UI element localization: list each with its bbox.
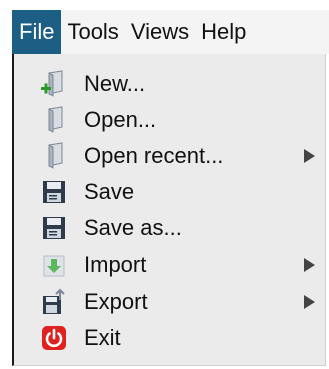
new-document-icon (41, 70, 63, 97)
menu-item-open[interactable]: Open... (14, 102, 325, 138)
power-icon (42, 326, 66, 350)
menu-help[interactable]: Help (195, 10, 252, 54)
application-window: File Tools Views Help New... Open... Ope… (0, 0, 329, 369)
menu-item-save[interactable]: Save (14, 174, 325, 210)
menu-item-label: Save as... (84, 215, 182, 240)
menu-item-open-recent[interactable]: Open recent... (14, 138, 325, 174)
file-menu-dropdown: New... Open... Open recent... Save Save … (12, 54, 326, 366)
export-icon (43, 288, 65, 314)
menu-item-save-as[interactable]: Save as... (14, 210, 325, 246)
menu-item-label: New... (84, 71, 146, 96)
submenu-arrow-icon (304, 149, 315, 163)
menu-item-exit[interactable]: Exit (14, 320, 325, 356)
menu-item-label: Exit (84, 325, 121, 350)
open-document-icon (48, 106, 63, 133)
menu-file[interactable]: File (12, 10, 62, 54)
menu-item-label: Save (84, 179, 135, 204)
menu-bar: File Tools Views Help (12, 10, 329, 54)
menu-item-label: Export (84, 289, 148, 314)
import-icon (43, 255, 65, 277)
menu-item-new[interactable]: New... (14, 66, 325, 102)
menu-item-export[interactable]: Export (14, 284, 325, 320)
menu-tools[interactable]: Tools (61, 10, 124, 54)
menu-item-label: Import (84, 252, 147, 277)
submenu-arrow-icon (304, 295, 315, 309)
open-recent-icon (48, 142, 63, 169)
submenu-arrow-icon (304, 258, 315, 272)
menu-views[interactable]: Views (125, 10, 195, 54)
menu-item-label: Open... (84, 107, 157, 132)
menu-item-label: Open recent... (84, 143, 224, 168)
floppy-disk-icon (43, 217, 65, 239)
floppy-disk-icon (43, 181, 65, 203)
menu-item-import[interactable]: Import (14, 247, 325, 283)
